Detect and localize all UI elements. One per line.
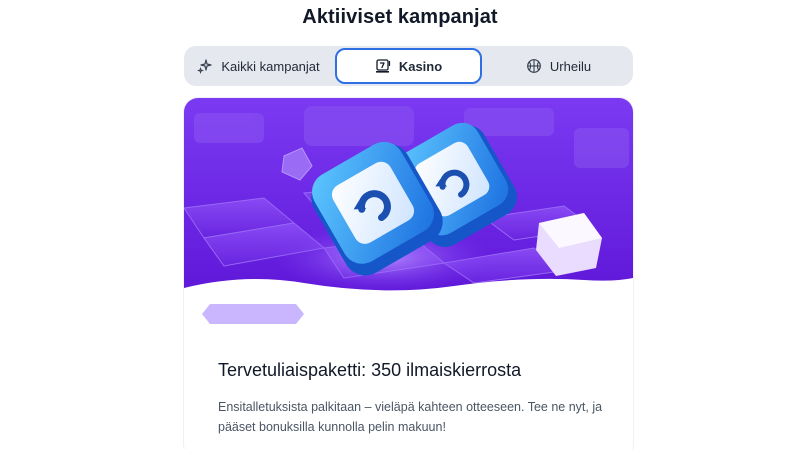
promo-title: Tervetuliaispaketti: 350 ilmaiskierrosta: [218, 360, 522, 380]
page: Aktiiviset kampanjat Kaikki kampanjat Ka…: [0, 0, 800, 449]
tab-all-campaigns[interactable]: Kaikki kampanjat: [186, 48, 331, 84]
slot-machine-icon: [375, 58, 391, 74]
refresh-dice-icon: [184, 98, 633, 313]
tab-label: Kaikki kampanjat: [221, 58, 320, 74]
promo-description: Ensitalletuksista palkitaan – vieläpä ka…: [218, 400, 603, 434]
tab-label: Kasino: [398, 58, 443, 74]
promo-card[interactable]: Tervetuliaispaketti: 350 ilmaiskierrosta…: [184, 98, 633, 449]
tab-label: Urheilu: [549, 58, 592, 74]
promo-badge: [200, 301, 306, 327]
page-title: Aktiiviset kampanjat: [302, 6, 498, 28]
sparkles-icon: [197, 58, 213, 74]
tab-casino[interactable]: Kasino: [335, 48, 482, 84]
campaign-tabs: Kaikki kampanjat Kasino Urheilu: [184, 46, 633, 86]
tab-sports[interactable]: Urheilu: [486, 48, 631, 84]
basketball-icon: [526, 58, 542, 74]
promo-image: [184, 98, 633, 313]
